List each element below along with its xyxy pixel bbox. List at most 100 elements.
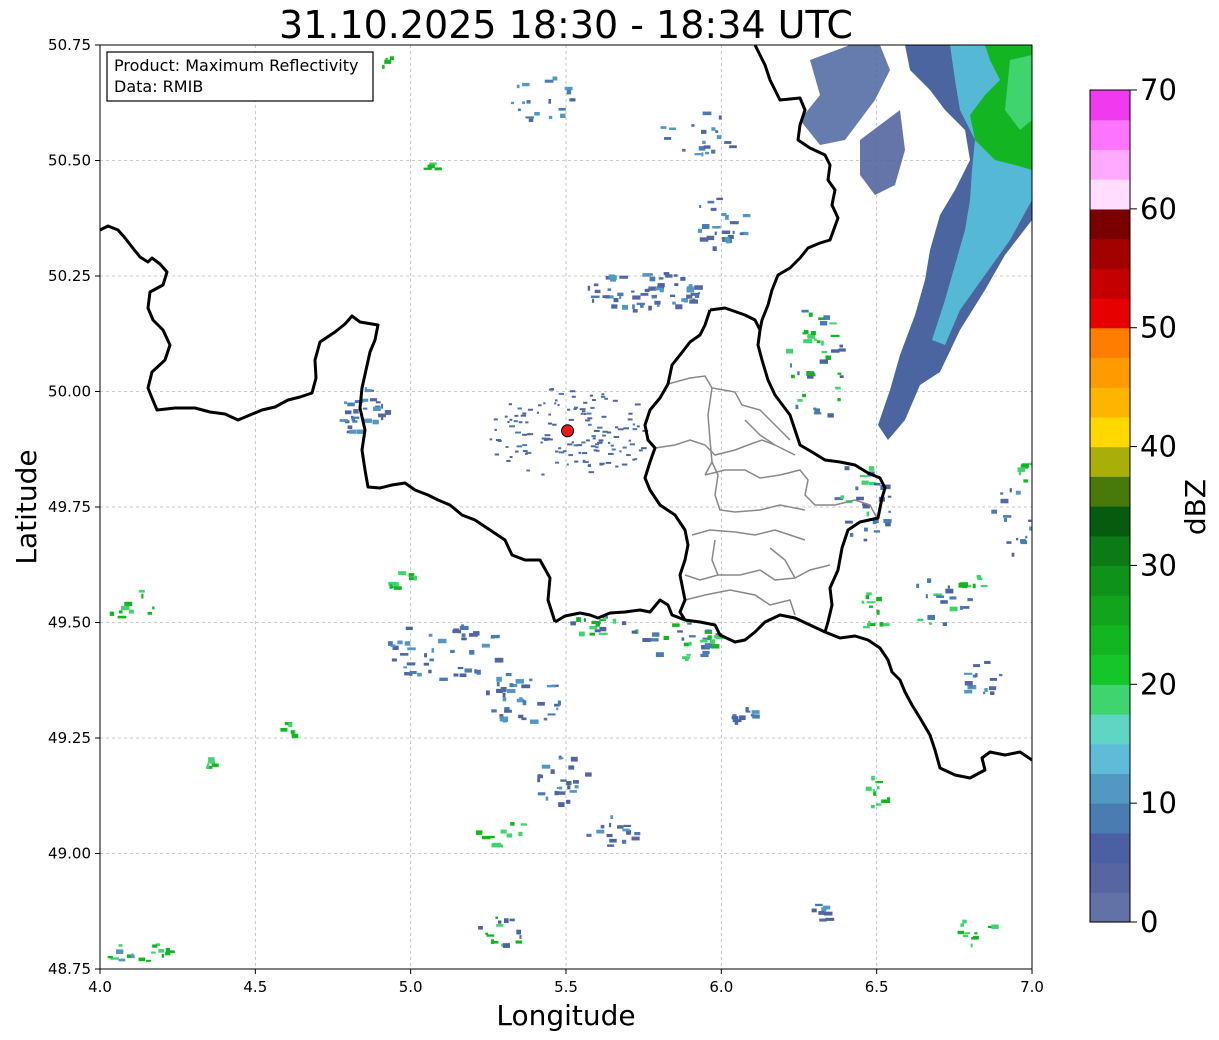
radar-speckle <box>971 936 978 940</box>
radar-speckle <box>1003 515 1012 518</box>
radar-speckle <box>729 145 737 149</box>
info-data-source: Data: RMIB <box>114 77 203 96</box>
radar-speckle <box>506 459 511 462</box>
radar-speckle <box>372 419 379 425</box>
radar-speckle <box>434 167 442 171</box>
y-tick-label: 50.50 <box>48 152 91 170</box>
radar-speckle <box>825 355 831 360</box>
radar-speckle <box>600 824 605 829</box>
colorbar-tick-label: 0 <box>1140 905 1158 939</box>
radar-speckle <box>290 730 295 734</box>
colorbar-segment <box>1090 506 1130 537</box>
radar-speckle <box>617 825 624 829</box>
radar-speckle <box>586 412 592 415</box>
radar-speckle <box>829 322 837 325</box>
radar-speckle <box>491 634 500 639</box>
radar-speckle <box>587 423 592 426</box>
radar-speckle <box>598 439 604 442</box>
radar-speckle <box>984 688 988 692</box>
radar-speckle <box>873 530 881 533</box>
colorbar-segment <box>1090 743 1130 775</box>
radar-speckle <box>427 164 435 169</box>
radar-speckle <box>522 444 528 447</box>
radar-speckle <box>651 632 660 637</box>
radar-speckle <box>583 401 588 404</box>
radar-speckle <box>491 709 497 713</box>
radar-speckle <box>384 59 392 64</box>
radar-speckle <box>694 285 703 290</box>
radar-speckle <box>417 672 422 677</box>
radar-speckle <box>459 673 467 678</box>
radar-speckle <box>601 393 605 396</box>
radar-speckle <box>469 649 475 655</box>
radar-speckle <box>688 284 693 288</box>
radar-speckle <box>508 403 512 406</box>
radar-site-marker <box>561 424 575 438</box>
radar-speckle <box>568 418 574 421</box>
radar-speckle <box>552 423 557 426</box>
radar-speckle <box>384 409 392 415</box>
radar-speckle <box>795 404 799 410</box>
radar-speckle <box>593 449 598 452</box>
radar-speckle <box>699 204 702 209</box>
radar-speckle <box>362 407 368 410</box>
radar-speckle <box>457 666 464 670</box>
radar-speckle <box>544 79 554 83</box>
radar-speckle <box>675 304 683 310</box>
radar-speckle <box>672 623 680 627</box>
radar-speckle <box>431 648 435 653</box>
radar-speckle <box>485 690 490 696</box>
radar-speckle <box>547 438 553 441</box>
radar-speckle <box>632 309 638 313</box>
radar-speckle <box>558 791 566 795</box>
radar-speckle <box>670 294 676 298</box>
radar-speckle <box>558 447 562 450</box>
radar-speckle <box>507 688 516 694</box>
radar-speckle <box>583 412 587 415</box>
radar-speckle <box>390 644 396 648</box>
radar-speckle <box>525 421 529 424</box>
radar-speckle <box>702 650 710 654</box>
y-axis-label: Latitude <box>10 449 43 564</box>
radar-speckle <box>831 349 840 353</box>
radar-speckle <box>468 633 478 637</box>
radar-speckle <box>688 641 692 646</box>
radar-speckle <box>729 221 739 225</box>
radar-speckle <box>500 686 507 692</box>
radar-speckle <box>612 618 617 624</box>
radar-speckle <box>489 835 495 839</box>
y-tick-label: 48.75 <box>48 960 91 978</box>
radar-speckle <box>688 635 696 638</box>
radar-speckle <box>404 641 411 646</box>
radar-speckle <box>863 625 870 629</box>
y-tick-label: 50.75 <box>48 36 91 54</box>
x-tick-label: 5.5 <box>554 978 578 996</box>
x-tick-label: 5.0 <box>399 978 423 996</box>
radar-speckle <box>516 445 523 448</box>
radar-speckle <box>206 763 210 769</box>
radar-speckle <box>515 940 523 944</box>
radar-speckle <box>493 418 498 421</box>
radar-speckle <box>927 578 932 583</box>
radar-speckle <box>461 633 466 638</box>
radar-speckle <box>546 684 556 688</box>
radar-speckle <box>1028 519 1032 522</box>
radar-speckle <box>960 923 964 927</box>
radar-speckle <box>721 213 727 217</box>
radar-speckle <box>977 577 983 581</box>
radar-speckle <box>412 575 418 581</box>
radar-speckle <box>517 108 521 112</box>
colorbar-segment <box>1090 416 1130 448</box>
radar-speckle <box>512 683 518 688</box>
radar-speckle <box>485 932 489 935</box>
radar-speckle <box>590 406 595 409</box>
radar-speckle <box>115 949 124 955</box>
radar-speckle <box>558 107 566 111</box>
radar-speckle <box>925 594 928 599</box>
radar-speckle <box>998 673 1003 677</box>
radar-speckle <box>599 462 605 465</box>
radar-speckle <box>587 464 592 467</box>
radar-speckle <box>459 625 469 631</box>
radar-speckle <box>382 64 385 69</box>
radar-speckle <box>870 804 875 809</box>
